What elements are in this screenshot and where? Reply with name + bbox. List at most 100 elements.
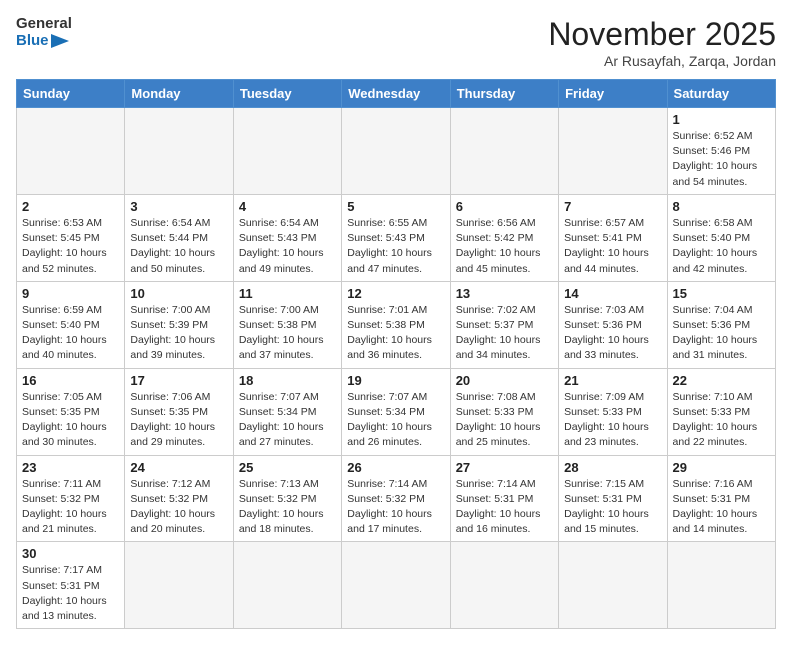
calendar-cell: 17 Sunrise: 7:06 AM Sunset: 5:35 PM Dayli… xyxy=(125,368,233,455)
calendar-cell: 3 Sunrise: 6:54 AM Sunset: 5:44 PM Daylig… xyxy=(125,194,233,281)
day-info: Sunrise: 7:07 AM Sunset: 5:34 PM Dayligh… xyxy=(347,390,444,451)
day-info: Sunrise: 7:07 AM Sunset: 5:34 PM Dayligh… xyxy=(239,390,336,451)
day-number: 3 xyxy=(130,199,227,214)
weekday-header-thursday: Thursday xyxy=(450,80,558,108)
weekday-header-monday: Monday xyxy=(125,80,233,108)
day-info: Sunrise: 7:04 AM Sunset: 5:36 PM Dayligh… xyxy=(673,303,770,364)
calendar-cell xyxy=(559,542,667,629)
calendar-table: SundayMondayTuesdayWednesdayThursdayFrid… xyxy=(16,79,776,629)
calendar-cell: 6 Sunrise: 6:56 AM Sunset: 5:42 PM Daylig… xyxy=(450,194,558,281)
calendar-cell xyxy=(125,108,233,195)
calendar-cell xyxy=(667,542,775,629)
month-title: November 2025 xyxy=(548,16,776,53)
day-info: Sunrise: 7:13 AM Sunset: 5:32 PM Dayligh… xyxy=(239,477,336,538)
calendar-week-row: 1Sunrise: 6:52 AM Sunset: 5:46 PM Daylig… xyxy=(17,108,776,195)
day-number: 19 xyxy=(347,373,444,388)
calendar-cell: 18Sunrise: 7:07 AM Sunset: 5:34 PM Dayli… xyxy=(233,368,341,455)
day-info: Sunrise: 6:59 AM Sunset: 5:40 PM Dayligh… xyxy=(22,303,119,364)
day-number: 17 xyxy=(130,373,227,388)
day-info: Sunrise: 7:11 AM Sunset: 5:32 PM Dayligh… xyxy=(22,477,119,538)
day-info: Sunrise: 7:08 AM Sunset: 5:33 PM Dayligh… xyxy=(456,390,553,451)
day-info: Sunrise: 6:53 AM Sunset: 5:45 PM Dayligh… xyxy=(22,216,119,277)
logo: General Blue xyxy=(16,16,72,49)
calendar-cell xyxy=(559,108,667,195)
calendar-cell xyxy=(233,542,341,629)
day-number: 15 xyxy=(673,286,770,301)
day-info: Sunrise: 6:54 AM Sunset: 5:43 PM Dayligh… xyxy=(239,216,336,277)
calendar-week-row: 9 Sunrise: 6:59 AM Sunset: 5:40 PM Daylig… xyxy=(17,281,776,368)
calendar-cell: 11 Sunrise: 7:00 AM Sunset: 5:38 PM Dayli… xyxy=(233,281,341,368)
day-number: 21 xyxy=(564,373,661,388)
day-number: 26 xyxy=(347,460,444,475)
day-info: Sunrise: 7:01 AM Sunset: 5:38 PM Dayligh… xyxy=(347,303,444,364)
day-info: Sunrise: 7:05 AM Sunset: 5:35 PM Dayligh… xyxy=(22,390,119,451)
day-info: Sunrise: 7:00 AM Sunset: 5:39 PM Dayligh… xyxy=(130,303,227,364)
day-number: 5 xyxy=(347,199,444,214)
calendar-cell: 5Sunrise: 6:55 AM Sunset: 5:43 PM Daylig… xyxy=(342,194,450,281)
calendar-cell: 26 Sunrise: 7:14 AM Sunset: 5:32 PM Dayli… xyxy=(342,455,450,542)
day-info: Sunrise: 6:54 AM Sunset: 5:44 PM Dayligh… xyxy=(130,216,227,277)
day-number: 28 xyxy=(564,460,661,475)
day-number: 1 xyxy=(673,112,770,127)
day-number: 25 xyxy=(239,460,336,475)
day-number: 24 xyxy=(130,460,227,475)
calendar-cell xyxy=(342,542,450,629)
calendar-cell: 25 Sunrise: 7:13 AM Sunset: 5:32 PM Dayli… xyxy=(233,455,341,542)
calendar-week-row: 30Sunrise: 7:17 AM Sunset: 5:31 PM Dayli… xyxy=(17,542,776,629)
day-info: Sunrise: 6:56 AM Sunset: 5:42 PM Dayligh… xyxy=(456,216,553,277)
day-info: Sunrise: 7:00 AM Sunset: 5:38 PM Dayligh… xyxy=(239,303,336,364)
calendar-cell: 24 Sunrise: 7:12 AM Sunset: 5:32 PM Dayli… xyxy=(125,455,233,542)
day-number: 13 xyxy=(456,286,553,301)
weekday-header-sunday: Sunday xyxy=(17,80,125,108)
calendar-cell xyxy=(450,108,558,195)
calendar-cell: 19 Sunrise: 7:07 AM Sunset: 5:34 PM Dayli… xyxy=(342,368,450,455)
day-number: 30 xyxy=(22,546,119,561)
calendar-cell: 30Sunrise: 7:17 AM Sunset: 5:31 PM Dayli… xyxy=(17,542,125,629)
weekday-header-saturday: Saturday xyxy=(667,80,775,108)
day-number: 10 xyxy=(130,286,227,301)
calendar-cell: 8Sunrise: 6:58 AM Sunset: 5:40 PM Daylig… xyxy=(667,194,775,281)
calendar-cell: 13 Sunrise: 7:02 AM Sunset: 5:37 PM Dayli… xyxy=(450,281,558,368)
day-info: Sunrise: 7:15 AM Sunset: 5:31 PM Dayligh… xyxy=(564,477,661,538)
calendar-cell: 9 Sunrise: 6:59 AM Sunset: 5:40 PM Daylig… xyxy=(17,281,125,368)
day-info: Sunrise: 7:02 AM Sunset: 5:37 PM Dayligh… xyxy=(456,303,553,364)
location-subtitle: Ar Rusayfah, Zarqa, Jordan xyxy=(548,53,776,69)
day-number: 14 xyxy=(564,286,661,301)
logo-triangle-icon xyxy=(51,34,69,48)
calendar-cell: 4 Sunrise: 6:54 AM Sunset: 5:43 PM Daylig… xyxy=(233,194,341,281)
day-info: Sunrise: 7:06 AM Sunset: 5:35 PM Dayligh… xyxy=(130,390,227,451)
day-info: Sunrise: 7:16 AM Sunset: 5:31 PM Dayligh… xyxy=(673,477,770,538)
calendar-cell: 1Sunrise: 6:52 AM Sunset: 5:46 PM Daylig… xyxy=(667,108,775,195)
day-number: 6 xyxy=(456,199,553,214)
calendar-cell: 28 Sunrise: 7:15 AM Sunset: 5:31 PM Dayli… xyxy=(559,455,667,542)
title-block: November 2025 Ar Rusayfah, Zarqa, Jordan xyxy=(548,16,776,69)
day-number: 4 xyxy=(239,199,336,214)
day-info: Sunrise: 7:12 AM Sunset: 5:32 PM Dayligh… xyxy=(130,477,227,538)
calendar-cell: 7Sunrise: 6:57 AM Sunset: 5:41 PM Daylig… xyxy=(559,194,667,281)
day-number: 22 xyxy=(673,373,770,388)
calendar-cell: 16Sunrise: 7:05 AM Sunset: 5:35 PM Dayli… xyxy=(17,368,125,455)
calendar-cell: 14Sunrise: 7:03 AM Sunset: 5:36 PM Dayli… xyxy=(559,281,667,368)
day-number: 27 xyxy=(456,460,553,475)
calendar-cell xyxy=(233,108,341,195)
day-number: 29 xyxy=(673,460,770,475)
day-number: 12 xyxy=(347,286,444,301)
day-info: Sunrise: 7:09 AM Sunset: 5:33 PM Dayligh… xyxy=(564,390,661,451)
page-header: General Blue November 2025 Ar Rusayfah, … xyxy=(16,16,776,69)
calendar-cell: 12 Sunrise: 7:01 AM Sunset: 5:38 PM Dayli… xyxy=(342,281,450,368)
day-number: 11 xyxy=(239,286,336,301)
day-number: 7 xyxy=(564,199,661,214)
day-info: Sunrise: 7:14 AM Sunset: 5:32 PM Dayligh… xyxy=(347,477,444,538)
calendar-cell: 10 Sunrise: 7:00 AM Sunset: 5:39 PM Dayli… xyxy=(125,281,233,368)
weekday-header-friday: Friday xyxy=(559,80,667,108)
calendar-week-row: 2Sunrise: 6:53 AM Sunset: 5:45 PM Daylig… xyxy=(17,194,776,281)
day-info: Sunrise: 6:58 AM Sunset: 5:40 PM Dayligh… xyxy=(673,216,770,277)
calendar-cell xyxy=(125,542,233,629)
calendar-cell: 2Sunrise: 6:53 AM Sunset: 5:45 PM Daylig… xyxy=(17,194,125,281)
day-info: Sunrise: 7:10 AM Sunset: 5:33 PM Dayligh… xyxy=(673,390,770,451)
calendar-cell: 29 Sunrise: 7:16 AM Sunset: 5:31 PM Dayli… xyxy=(667,455,775,542)
weekday-header-row: SundayMondayTuesdayWednesdayThursdayFrid… xyxy=(17,80,776,108)
day-number: 9 xyxy=(22,286,119,301)
calendar-cell: 23Sunrise: 7:11 AM Sunset: 5:32 PM Dayli… xyxy=(17,455,125,542)
calendar-cell: 15 Sunrise: 7:04 AM Sunset: 5:36 PM Dayli… xyxy=(667,281,775,368)
